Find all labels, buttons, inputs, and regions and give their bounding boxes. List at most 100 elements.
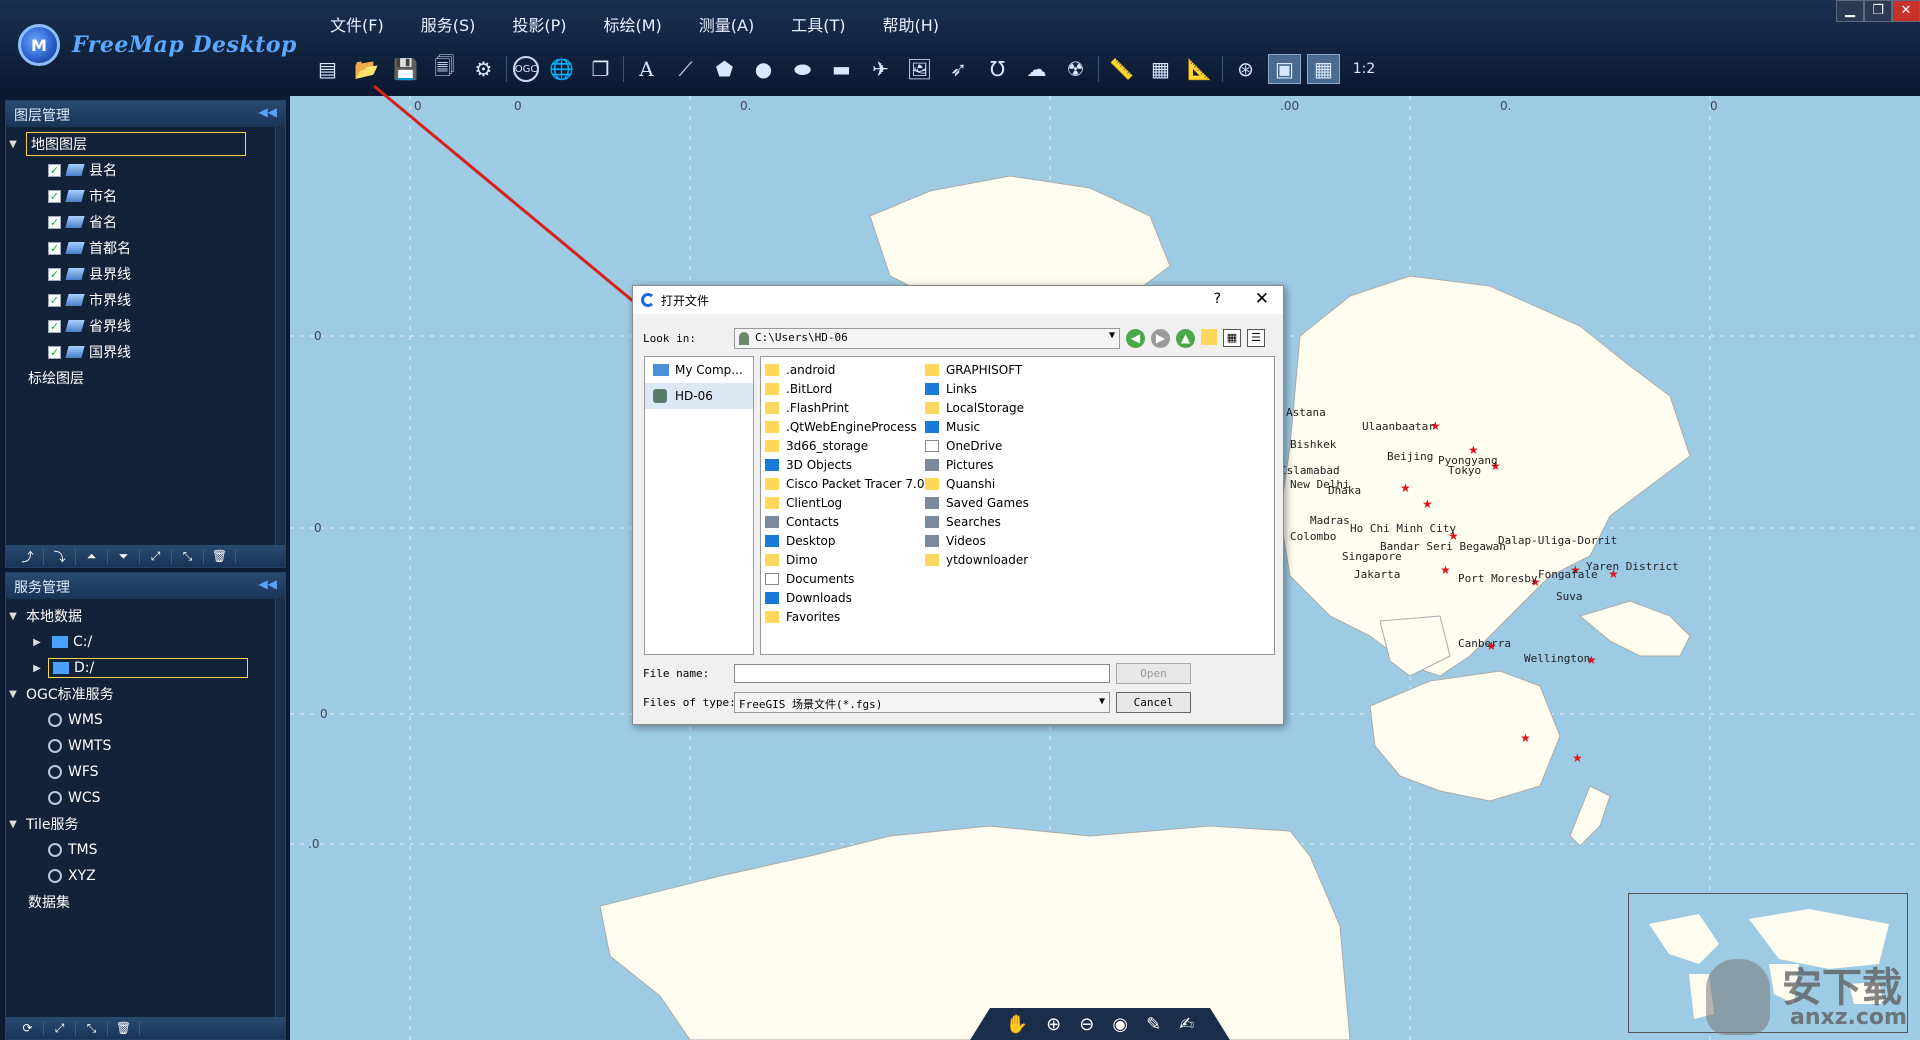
scale-button[interactable]: 1:2 [1346,54,1382,84]
collapse-all-icon[interactable]: ⤡ [172,548,204,564]
service-item[interactable]: WFS [6,759,285,785]
polygon-icon[interactable]: ⬟ [708,54,741,84]
checkbox[interactable]: ✓ [48,241,61,255]
list-item[interactable]: ClientLog [765,493,925,512]
remove-layer-icon[interactable]: ⤵ [44,547,76,565]
magnet-icon[interactable]: Ʊ [981,54,1014,84]
expand-icon[interactable]: ▼ [6,819,20,830]
detail-view-icon[interactable]: ☰ [1247,329,1265,347]
circle-icon[interactable]: ● [747,54,780,84]
cloud-icon[interactable]: ☁ [1020,54,1053,84]
list-item[interactable]: Music [925,417,1125,436]
list-item[interactable]: Pictures [925,455,1125,474]
globe-icon[interactable]: 🌐 [545,54,578,84]
delete-icon[interactable]: 🗑 [204,549,236,563]
file-type-select[interactable]: FreeGIS 场景文件(*.fgs) ▼ [734,692,1110,713]
list-item[interactable]: Quanshi [925,474,1125,493]
list-item[interactable]: Desktop [765,531,925,550]
scrollbar[interactable] [275,599,285,1017]
checkbox[interactable]: ✓ [48,293,61,307]
list-item[interactable]: Dimo [765,550,925,569]
polyline-icon[interactable]: ⟋ [669,54,702,84]
new-folder-icon[interactable] [1201,329,1217,345]
layer-item[interactable]: ✓ 市界线 [6,287,285,313]
checkbox[interactable]: ✓ [48,267,61,281]
list-item[interactable]: 3d66_storage [765,436,925,455]
compass-icon[interactable]: ⊛ [1229,54,1262,84]
open-button[interactable]: Open [1116,663,1191,684]
checkbox[interactable]: ✓ [48,345,61,359]
checkbox[interactable]: ✓ [48,319,61,333]
expand-icon[interactable]: ▼ [6,139,20,150]
list-item[interactable]: Documents [765,569,925,588]
zoom-out-icon[interactable]: ⊖ [1079,1014,1094,1035]
sidebar-item-my-computer[interactable]: My Comp... [645,357,753,383]
menu-help[interactable]: 帮助(H) [869,10,954,38]
layer-item[interactable]: ✓ 县名 [6,157,285,183]
close-icon[interactable]: ✕ [1255,289,1269,309]
expand-icon[interactable]: ▼ [6,611,20,622]
list-item[interactable]: Searches [925,512,1125,531]
settings-gear-icon[interactable]: ⚙ [467,54,500,84]
ellipse-icon[interactable]: ⬬ [786,54,819,84]
list-item[interactable]: .QtWebEngineProcess [765,417,925,436]
checkbox[interactable]: ✓ [48,189,61,203]
tree-node-tile[interactable]: ▼ Tile服务 [6,811,285,837]
service-item[interactable]: WCS [6,785,285,811]
expand-icon[interactable]: ▶ [30,663,44,674]
list-item[interactable]: .BitLord [765,379,925,398]
restore-icon[interactable]: ❐ [1864,0,1892,22]
save-icon[interactable]: 💾 [389,54,422,84]
help-button[interactable]: ? [1214,291,1221,307]
tree-node-dataset[interactable]: 数据集 [6,889,285,915]
checkbox[interactable]: ✓ [48,163,61,177]
scrollbar[interactable] [275,127,285,545]
edit-note-icon[interactable]: ✍ [1179,1014,1194,1035]
minimize-icon[interactable]: ▁ [1836,0,1864,22]
radiation-icon[interactable]: ☢ [1059,54,1092,84]
edit-icon[interactable]: ✎ [1146,1014,1161,1035]
rectangle-icon[interactable]: ▬ [825,54,858,84]
layer-item[interactable]: ✓ 市名 [6,183,285,209]
tree-node-map-layers[interactable]: ▼ 地图图层 [6,131,285,157]
collapse-all-icon[interactable]: ⤡ [76,1020,108,1036]
pan-hand-icon[interactable]: ✋ [1006,1014,1028,1035]
list-item[interactable]: Saved Games [925,493,1125,512]
expand-icon[interactable]: ▼ [6,689,20,700]
ruler-icon[interactable]: 📏 [1105,54,1138,84]
layers-icon[interactable]: ❐ [584,54,617,84]
arrow-tool-icon[interactable]: ➶ [942,54,975,84]
layer-item[interactable]: ✓ 省名 [6,209,285,235]
list-item[interactable]: Downloads [765,588,925,607]
forward-icon[interactable]: ▶ [1151,329,1170,348]
list-item[interactable]: .FlashPrint [765,398,925,417]
full-extent-icon[interactable]: ◉ [1112,1014,1128,1035]
service-item[interactable]: TMS [6,837,285,863]
expand-all-icon[interactable]: ⤢ [44,1020,76,1036]
list-item[interactable]: OneDrive [925,436,1125,455]
layer-item[interactable]: ✓ 国界线 [6,339,285,365]
move-top-icon[interactable]: ⏶ [76,548,108,564]
cancel-button[interactable]: Cancel [1116,692,1191,713]
image-icon[interactable]: 🖼 [903,54,936,84]
ogc-icon[interactable]: OGC [513,56,539,82]
expand-all-icon[interactable]: ⤢ [140,548,172,564]
tree-node-ogc[interactable]: ▼ OGC标准服务 [6,681,285,707]
move-bottom-icon[interactable]: ⏷ [108,548,140,564]
list-view-icon[interactable]: ▦ [1223,329,1241,347]
sidebar-item-hd06[interactable]: HD-06 [645,383,753,409]
new-file-icon[interactable]: ▤ [311,54,344,84]
list-item[interactable]: Cisco Packet Tracer 7.0 [765,474,925,493]
menu-tools[interactable]: 工具(T) [777,10,859,38]
plane-icon[interactable]: ✈ [864,54,897,84]
menu-projection[interactable]: 投影(P) [498,10,580,38]
list-item[interactable]: Favorites [765,607,925,626]
list-item[interactable]: Links [925,379,1125,398]
checkbox[interactable]: ✓ [48,215,61,229]
expand-icon[interactable]: ▶ [30,637,44,648]
service-item[interactable]: WMTS [6,733,285,759]
tree-node-local-data[interactable]: ▼ 本地数据 [6,603,285,629]
list-item[interactable]: GRAPHISOFT [925,360,1125,379]
layer-item[interactable]: ✓ 县界线 [6,261,285,287]
menu-file[interactable]: 文件(F) [316,10,398,38]
